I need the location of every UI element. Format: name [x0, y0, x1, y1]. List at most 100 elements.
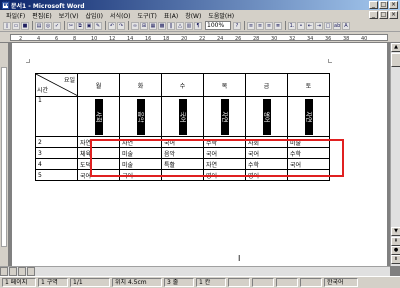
subject-cell[interactable]: 특활 — [161, 158, 204, 170]
period-cell[interactable]: 3 — [35, 147, 78, 159]
vertical-subject-cell[interactable]: 음악 — [119, 96, 162, 137]
vertical-subject-cell[interactable]: 국어 — [161, 96, 204, 137]
align-right-icon[interactable]: ≡ — [265, 21, 273, 30]
open-folder-icon[interactable]: ▭ — [12, 21, 20, 30]
scroll-thumb[interactable] — [391, 53, 400, 67]
subject-cell[interactable] — [287, 169, 330, 181]
subject-cell[interactable]: 국어 — [245, 147, 288, 159]
subject-cell[interactable]: 수학 — [287, 147, 330, 159]
menu-format[interactable]: 서식(O) — [110, 11, 130, 20]
subject-cell[interactable]: 미술 — [287, 136, 330, 148]
help-icon[interactable]: ? — [233, 21, 241, 30]
align-left-icon[interactable]: ≡ — [247, 21, 255, 30]
next-page-icon[interactable]: ⇟ — [391, 255, 400, 264]
subject-cell[interactable]: 국어 — [203, 147, 246, 159]
day-header-tue[interactable]: 화 — [119, 73, 162, 97]
menu-table[interactable]: 표(A) — [164, 11, 178, 20]
doc-close-button[interactable]: × — [389, 11, 398, 19]
maximize-button[interactable]: □ — [379, 1, 388, 9]
document-page[interactable]: 요일 시간 월 화 수 목 금 토 1 사회 음악 국어 자연 영어 자연 2 … — [12, 43, 387, 266]
scroll-down-icon[interactable]: ▼ — [391, 227, 400, 236]
day-header-thu[interactable]: 목 — [203, 73, 246, 97]
document-map-icon[interactable]: ▥ — [185, 21, 193, 30]
horizontal-ruler[interactable]: 2 4 6 8 10 12 14 16 18 20 22 24 26 28 30… — [0, 32, 400, 43]
status-ovr[interactable] — [300, 278, 322, 287]
paste-icon[interactable]: ▣ — [85, 21, 93, 30]
scroll-up-icon[interactable]: ▲ — [391, 43, 400, 52]
bullets-icon[interactable]: • — [297, 21, 305, 30]
period-cell[interactable]: 2 — [35, 136, 78, 148]
previous-page-icon[interactable]: ⇞ — [391, 237, 400, 246]
justify-icon[interactable]: ≣ — [274, 21, 282, 30]
subject-cell[interactable]: 국어 — [77, 169, 120, 181]
day-header-mon[interactable]: 월 — [77, 73, 120, 97]
menu-insert[interactable]: 삽입(I) — [86, 11, 104, 20]
subject-cell[interactable]: 음악 — [161, 147, 204, 159]
format-painter-icon[interactable]: ✎ — [94, 21, 102, 30]
timetable[interactable]: 요일 시간 월 화 수 목 금 토 1 사회 음악 국어 자연 영어 자연 2 … — [35, 73, 330, 181]
outline-view-icon[interactable] — [27, 267, 35, 276]
subject-cell[interactable]: 미술 — [119, 147, 162, 159]
undo-icon[interactable]: ↶ — [108, 21, 116, 30]
new-document-icon[interactable]: ▯ — [3, 21, 11, 30]
menu-window[interactable]: 창(W) — [185, 11, 201, 20]
vertical-subject-cell[interactable]: 자연 — [287, 96, 330, 137]
menu-edit[interactable]: 편집(E) — [32, 11, 52, 20]
subject-cell[interactable]: 영어 — [245, 169, 288, 181]
cut-icon[interactable]: ✂ — [67, 21, 75, 30]
align-center-icon[interactable]: ≡ — [256, 21, 264, 30]
tables-borders-icon[interactable]: ⊞ — [140, 21, 148, 30]
spelling-icon[interactable]: ✓ — [53, 21, 61, 30]
day-header-wed[interactable]: 수 — [161, 73, 204, 97]
subject-cell[interactable]: 도덕 — [77, 158, 120, 170]
subject-cell[interactable]: 영어 — [203, 169, 246, 181]
drawing-icon[interactable]: △ — [176, 21, 184, 30]
save-icon[interactable]: ■ — [21, 21, 29, 30]
vertical-scrollbar[interactable]: ▲ ▼ ⇞ ● ⇟ — [390, 43, 400, 266]
doc-restore-button[interactable]: □ — [379, 11, 388, 19]
word-app-icon[interactable] — [2, 1, 10, 9]
minimize-button[interactable]: _ — [369, 1, 378, 9]
subject-cell[interactable]: 자연 — [119, 136, 162, 148]
status-ext[interactable] — [276, 278, 298, 287]
period-cell[interactable]: 1 — [35, 96, 78, 137]
subject-cell[interactable]: 수학 — [245, 158, 288, 170]
highlight-icon[interactable]: ab — [333, 21, 341, 30]
subject-cell[interactable]: 사회 — [245, 136, 288, 148]
insert-table-icon[interactable]: ▦ — [149, 21, 157, 30]
subject-cell[interactable]: 자연 — [203, 158, 246, 170]
subject-cell[interactable]: 수학 — [203, 136, 246, 148]
vertical-ruler[interactable] — [0, 43, 9, 269]
show-hide-icon[interactable]: ¶ — [194, 21, 202, 30]
subject-cell[interactable]: 체육 — [77, 147, 120, 159]
normal-view-icon[interactable] — [0, 267, 8, 276]
vertical-subject-cell[interactable]: 영어 — [245, 96, 288, 137]
copy-icon[interactable]: ⧉ — [76, 21, 84, 30]
document-area[interactable]: 요일 시간 월 화 수 목 금 토 1 사회 음악 국어 자연 영어 자연 2 … — [9, 43, 389, 266]
print-layout-icon[interactable] — [18, 267, 26, 276]
status-rec[interactable] — [228, 278, 250, 287]
day-header-sat[interactable]: 토 — [287, 73, 330, 97]
print-preview-icon[interactable]: ◎ — [44, 21, 52, 30]
zoom-select[interactable]: 100% — [205, 21, 231, 30]
columns-icon[interactable]: ‖ — [167, 21, 175, 30]
horizontal-scrollbar[interactable] — [0, 266, 390, 276]
menu-help[interactable]: 도움말(H) — [208, 11, 234, 20]
close-button[interactable]: × — [389, 1, 398, 9]
redo-icon[interactable]: ↷ — [117, 21, 125, 30]
web-layout-icon[interactable] — [9, 267, 17, 276]
menu-view[interactable]: 보기(V) — [59, 11, 79, 20]
print-icon[interactable]: ▤ — [35, 21, 43, 30]
subject-cell[interactable]: 국어 — [161, 136, 204, 148]
status-trk[interactable] — [252, 278, 274, 287]
numbering-icon[interactable]: 1. — [288, 21, 296, 30]
vertical-subject-cell[interactable]: 사회 — [77, 96, 120, 137]
day-header-fri[interactable]: 금 — [245, 73, 288, 97]
subject-cell[interactable]: 국어 — [287, 158, 330, 170]
subject-cell[interactable]: 자연 — [77, 136, 120, 148]
insert-excel-icon[interactable]: ▩ — [158, 21, 166, 30]
subject-cell[interactable]: 미술 — [119, 158, 162, 170]
decrease-indent-icon[interactable]: ⇤ — [306, 21, 314, 30]
period-cell[interactable]: 5 — [35, 169, 78, 181]
hyperlink-icon[interactable]: ∞ — [131, 21, 139, 30]
